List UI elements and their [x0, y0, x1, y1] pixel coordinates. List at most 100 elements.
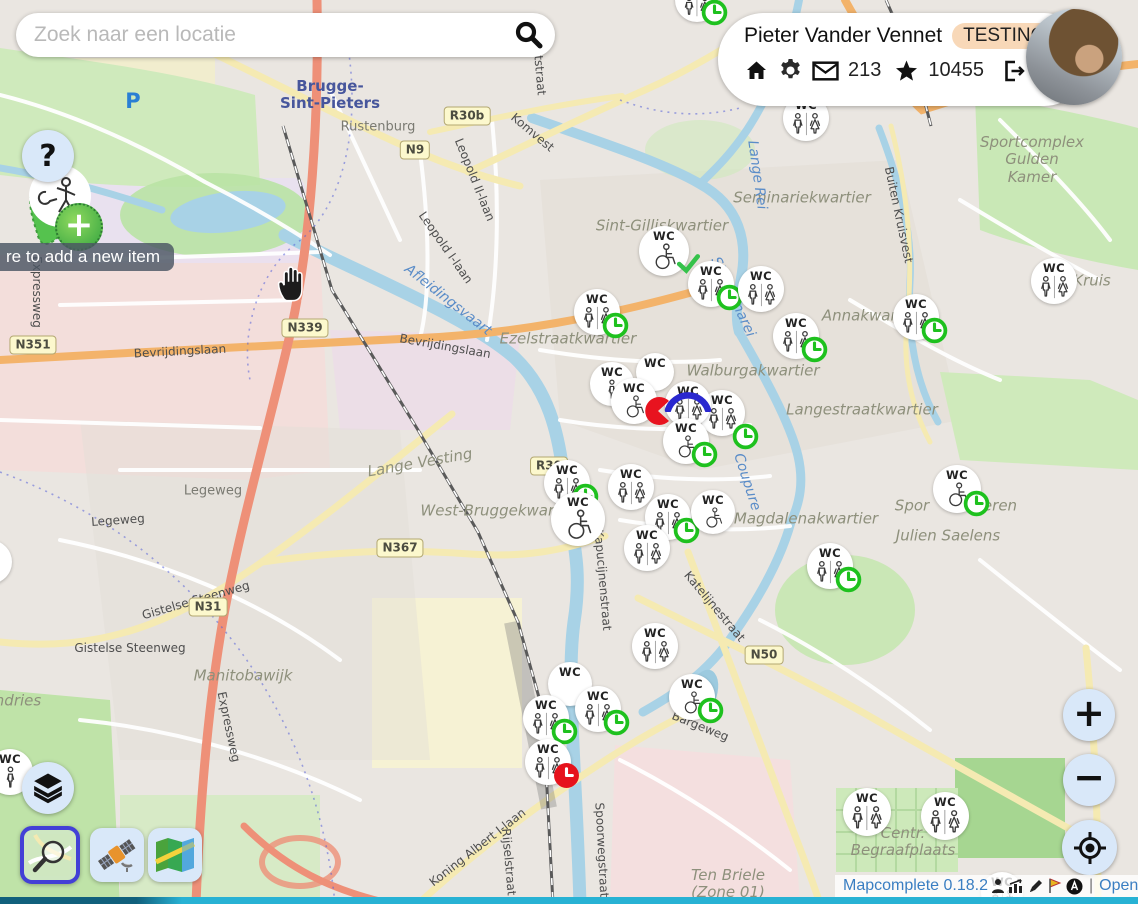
add-item-tooltip: re to add a new item: [0, 243, 174, 271]
marker-label: WC: [711, 395, 733, 407]
settings-gear-icon[interactable]: [778, 58, 803, 83]
toilet-marker[interactable]: WC: [893, 294, 939, 340]
search-icon[interactable]: [513, 20, 543, 50]
opening-hours-badge[interactable]: [732, 423, 759, 450]
zoom-out-button[interactable]: −: [1063, 754, 1115, 806]
search-bar: [16, 13, 555, 57]
red-clock-badge: [553, 762, 580, 789]
attribution-app-link[interactable]: Mapcomplete 0.18.2: [843, 877, 988, 895]
zoom-in-button[interactable]: +: [1063, 689, 1115, 741]
statistics-icon[interactable]: [1008, 879, 1025, 894]
toilet-marker[interactable]: WC: [608, 464, 654, 510]
marker-label: WC: [587, 691, 609, 703]
marker-label: WC: [601, 367, 623, 379]
toilet-marker[interactable]: WC: [663, 418, 709, 464]
toilet-marker[interactable]: WC: [691, 490, 735, 534]
toilet-marker[interactable]: WC: [632, 623, 678, 669]
marker-label: WC: [644, 358, 666, 370]
wheelchair-toilet-icon: [650, 243, 678, 271]
layers-button[interactable]: [22, 762, 74, 814]
green-clock-badge: [835, 566, 862, 593]
marker-label: WC: [700, 266, 722, 278]
marker-label: WC: [675, 423, 697, 435]
marker-label: WC: [556, 465, 578, 477]
toilet-marker[interactable]: WC: [575, 686, 621, 732]
green-clock-badge: [603, 709, 630, 736]
mail-icon[interactable]: [812, 61, 839, 81]
marker-label: WC: [905, 299, 927, 311]
osm-link[interactable]: OpenStreetMap: [1099, 877, 1138, 895]
mf-toilet-icon: [1037, 275, 1072, 299]
plus-icon: +: [65, 208, 94, 242]
toilet-marker[interactable]: WC: [933, 465, 981, 513]
question-icon: ?: [39, 139, 56, 174]
green-clock-badge: [921, 317, 948, 344]
minus-glyph: −: [1073, 755, 1105, 799]
map-markers-layer: WC WC WC WC: [0, 0, 1138, 904]
layers-icon: [30, 772, 66, 804]
mf-toilet-icon: [630, 542, 665, 566]
marker-label: WC: [702, 495, 724, 507]
toilet-marker[interactable]: WC: [669, 674, 715, 720]
toilet-marker[interactable]: WC: [738, 266, 784, 312]
toilet-marker[interactable]: WC: [523, 695, 569, 741]
style-button-map[interactable]: [148, 828, 202, 882]
satellite-icon: [96, 835, 138, 875]
marker-label: WC: [750, 271, 772, 283]
marker-label: WC: [644, 628, 666, 640]
toilet-marker[interactable]: WC: [0, 540, 12, 584]
green-clock-badge: [602, 312, 629, 339]
marker-label: WC: [657, 499, 679, 511]
marker-label: WC: [0, 545, 1, 557]
marker-label: WC: [586, 294, 608, 306]
map-viewport[interactable]: Brugge- Sint-PietersRustenburgSportcompl…: [0, 0, 1138, 904]
toilet-marker[interactable]: WC: [525, 739, 571, 785]
home-icon[interactable]: [744, 59, 769, 83]
plus-glyph: +: [1073, 691, 1105, 735]
avatar[interactable]: [1026, 9, 1122, 105]
toilet-marker[interactable]: WC: [574, 289, 620, 335]
mf-toilet-icon: [848, 805, 886, 831]
user-stats-icon[interactable]: [991, 878, 1005, 894]
style-button-osm[interactable]: [20, 826, 80, 884]
mail-count: 213: [848, 59, 881, 82]
marker-label: WC: [856, 793, 878, 805]
geolocate-button[interactable]: [1062, 820, 1117, 875]
toilet-marker[interactable]: WC: [773, 313, 819, 359]
single-toilet-icon: [4, 766, 17, 790]
marker-label: WC: [785, 318, 807, 330]
toilet-marker[interactable]: WC: [675, 0, 719, 22]
search-input[interactable]: [32, 22, 513, 48]
logout-icon[interactable]: [1001, 59, 1027, 83]
wheelchair-toilet-icon: [622, 395, 646, 419]
green-clock-badge: [697, 697, 724, 724]
marker-label: WC: [934, 797, 956, 809]
star-icon[interactable]: [894, 59, 919, 83]
green-clock-badge: [691, 441, 718, 468]
toilet-marker[interactable]: WC: [551, 492, 605, 546]
toilet-marker[interactable]: WC: [624, 525, 670, 571]
toilet-marker[interactable]: WC: [921, 792, 969, 840]
toilet-marker[interactable]: WC: [843, 788, 891, 836]
marker-label: WC: [0, 754, 21, 766]
green-clock-badge: [701, 0, 728, 26]
style-button-satellite[interactable]: [90, 828, 144, 882]
toilet-marker[interactable]: WC: [807, 543, 853, 589]
mapillary-flag-icon[interactable]: [1047, 878, 1063, 894]
marker-label: WC: [681, 679, 703, 691]
green-clock-badge: [963, 490, 990, 517]
marker-label: WC: [946, 470, 968, 482]
toilet-marker[interactable]: WC: [688, 261, 734, 307]
marker-label: WC: [620, 469, 642, 481]
marker-label: WC: [535, 700, 557, 712]
marker-label: WC: [819, 548, 841, 560]
edit-pen-icon[interactable]: [1028, 878, 1044, 894]
marker-label: WC: [559, 667, 581, 679]
toilet-marker[interactable]: WC: [1031, 258, 1077, 304]
toilet-marker[interactable]: WC: [611, 378, 657, 424]
help-button[interactable]: ?: [22, 130, 74, 182]
toilet-marker[interactable]: WC: [639, 226, 689, 276]
copyright-roundel-icon[interactable]: [1066, 878, 1083, 895]
green-clock-badge: [801, 336, 828, 363]
user-name: Pieter Vander Vennet: [744, 24, 942, 48]
